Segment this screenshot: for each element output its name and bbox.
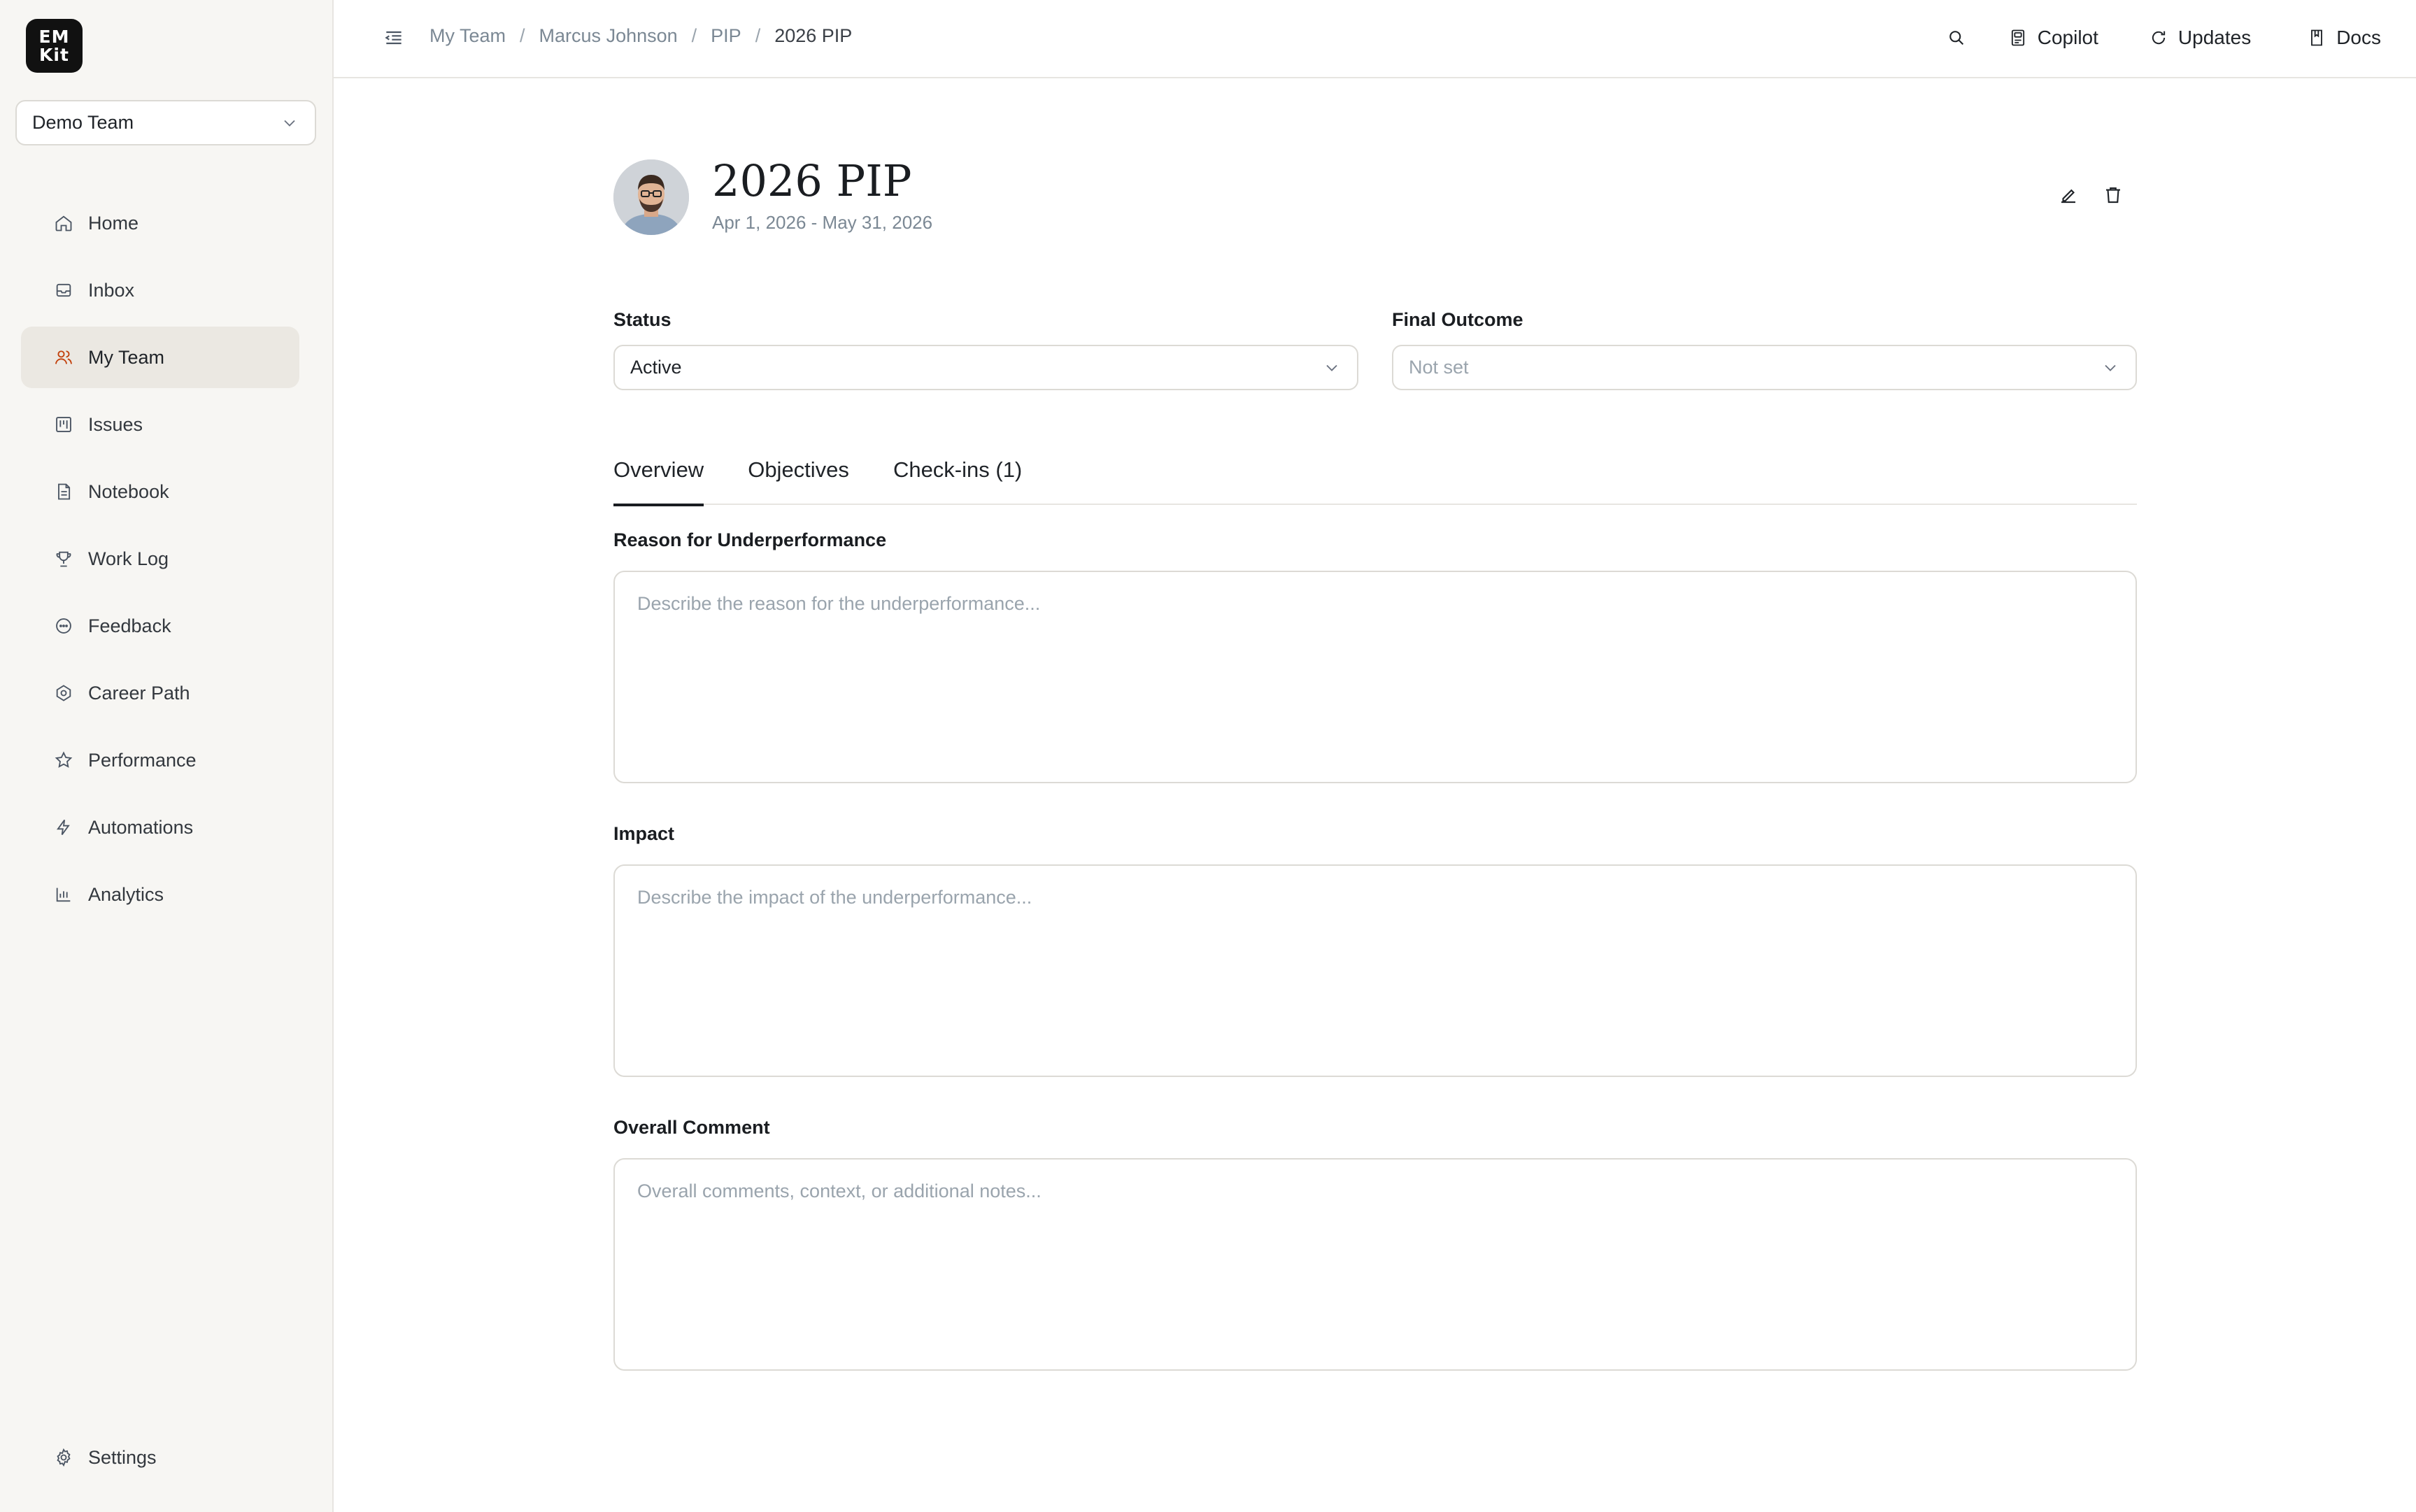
final-outcome-label: Final Outcome (1392, 309, 1523, 330)
sidebar-item-career-path[interactable]: Career Path (21, 662, 299, 724)
tab-check-ins[interactable]: Check-ins (1) (893, 449, 1022, 505)
pencil-icon[interactable] (2058, 185, 2079, 206)
team-selector[interactable]: Demo Team (15, 100, 316, 145)
sidebar-item-label: Inbox (88, 279, 135, 301)
main-content: 2026 PIP Apr 1, 2026 - May 31, 2026 Stat… (613, 78, 2137, 1371)
sidebar-item-label: Career Path (88, 682, 190, 704)
trash-icon[interactable] (2103, 185, 2124, 206)
overall-comment-label: Overall Comment (613, 1117, 770, 1138)
settings-area: Settings (21, 1427, 299, 1494)
impact-textarea[interactable]: Describe the impact of the underperforma… (613, 864, 2137, 1077)
sidebar-nav: Home Inbox My Team Issues Notebook Work … (21, 192, 299, 931)
top-actions: Copilot Updates Docs (1947, 21, 2381, 55)
chart-icon (53, 884, 74, 905)
chevron-down-icon (2105, 364, 2116, 371)
inbox-icon (53, 280, 74, 301)
notebook-icon (53, 481, 74, 502)
copilot-label: Copilot (2037, 27, 2098, 48)
sidebar-item-work-log[interactable]: Work Log (21, 528, 299, 590)
star-icon (53, 750, 74, 771)
reason-textarea[interactable]: Describe the reason for the underperform… (613, 571, 2137, 783)
chevron-down-icon (284, 120, 295, 127)
updates-label: Updates (2177, 27, 2252, 48)
pip-date-range: Apr 1, 2026 - May 31, 2026 (712, 212, 933, 233)
sidebar-item-label: Work Log (88, 548, 169, 569)
pip-tabs: Overview Objectives Check-ins (1) (613, 449, 2137, 506)
sidebar-item-label: My Team (88, 346, 165, 368)
impact-section: Impact Describe the impact of the underp… (613, 823, 2137, 1077)
bolt-icon (53, 817, 74, 838)
page-title: 2026 PIP (712, 155, 912, 206)
copilot-icon (2011, 29, 2024, 46)
docs-button[interactable]: Docs (2307, 21, 2381, 55)
refresh-icon (2152, 31, 2166, 45)
sidebar-item-analytics[interactable]: Analytics (21, 864, 299, 925)
top-bar: My Team / Marcus Johnson / PIP / 2026 PI… (334, 0, 2416, 78)
sidebar-item-feedback[interactable]: Feedback (21, 595, 299, 657)
sidebar-item-label: Performance (88, 749, 197, 771)
logo-line-1: EM (38, 26, 70, 47)
chat-icon (53, 615, 74, 636)
sidebar-item-inbox[interactable]: Inbox (21, 259, 299, 321)
updates-button[interactable]: Updates (2149, 21, 2251, 55)
breadcrumb: My Team / Marcus Johnson / PIP / 2026 PI… (429, 25, 852, 47)
overall-comment-textarea[interactable]: Overall comments, context, or additional… (613, 1158, 2137, 1371)
trophy-icon (53, 548, 74, 569)
final-outcome-field: Final Outcome Not set (1392, 309, 2137, 390)
sidebar-item-automations[interactable]: Automations (21, 797, 299, 858)
book-icon (2311, 29, 2323, 46)
sidebar-item-label: Home (88, 212, 139, 234)
overall-comment-section: Overall Comment Overall comments, contex… (613, 1117, 2137, 1371)
career-icon (53, 683, 74, 704)
chevron-down-icon (1326, 364, 1337, 371)
breadcrumb-separator: / (755, 25, 761, 46)
breadcrumb-current: 2026 PIP (774, 25, 853, 46)
team-selector-value: Demo Team (32, 112, 134, 133)
reason-section: Reason for Underperformance Describe the… (613, 529, 2137, 783)
gear-icon (53, 1447, 74, 1468)
search-icon (1949, 31, 1963, 45)
pip-header: 2026 PIP Apr 1, 2026 - May 31, 2026 (613, 78, 2137, 288)
sidebar-item-settings[interactable]: Settings (21, 1427, 299, 1488)
breadcrumb-my-team[interactable]: My Team (429, 25, 506, 47)
logo-line-2: Kit (39, 44, 69, 65)
impact-label: Impact (613, 823, 675, 844)
home-icon (53, 213, 74, 234)
sidebar: EM Kit Demo Team Home Inbox My Team Issu… (0, 0, 334, 1512)
breadcrumb-separator: / (520, 25, 525, 46)
sidebar-item-my-team[interactable]: My Team (21, 327, 299, 388)
status-select[interactable]: Active (613, 345, 1358, 390)
status-value: Active (630, 357, 682, 378)
breadcrumb-marcus-johnson[interactable]: Marcus Johnson (539, 25, 678, 47)
collapse-sidebar-icon[interactable] (383, 27, 405, 49)
docs-label: Docs (2336, 27, 2381, 48)
sidebar-item-label: Automations (88, 816, 194, 838)
sidebar-item-label: Notebook (88, 480, 169, 502)
avatar (613, 159, 689, 235)
sidebar-item-home[interactable]: Home (21, 192, 299, 254)
sidebar-item-notebook[interactable]: Notebook (21, 461, 299, 522)
users-icon (53, 347, 74, 368)
kanban-icon (53, 414, 74, 435)
breadcrumb-pip[interactable]: PIP (711, 25, 741, 47)
search-button[interactable] (1947, 21, 1966, 55)
breadcrumb-separator: / (691, 25, 697, 46)
copilot-button[interactable]: Copilot (2008, 21, 2098, 55)
final-outcome-value: Not set (1409, 357, 1469, 378)
app-logo[interactable]: EM Kit (26, 19, 83, 73)
sidebar-item-issues[interactable]: Issues (21, 394, 299, 455)
sidebar-item-performance[interactable]: Performance (21, 729, 299, 791)
status-label: Status (613, 309, 671, 330)
status-field: Status Active (613, 309, 1358, 390)
sidebar-item-label: Feedback (88, 615, 171, 636)
tab-overview[interactable]: Overview (613, 449, 704, 506)
sidebar-item-label: Issues (88, 413, 143, 435)
sidebar-item-label: Analytics (88, 883, 164, 905)
person-avatar-icon (613, 159, 689, 235)
tab-objectives[interactable]: Objectives (748, 449, 849, 505)
final-outcome-select[interactable]: Not set (1392, 345, 2137, 390)
sidebar-item-label: Settings (88, 1446, 157, 1468)
reason-label: Reason for Underperformance (613, 529, 887, 550)
